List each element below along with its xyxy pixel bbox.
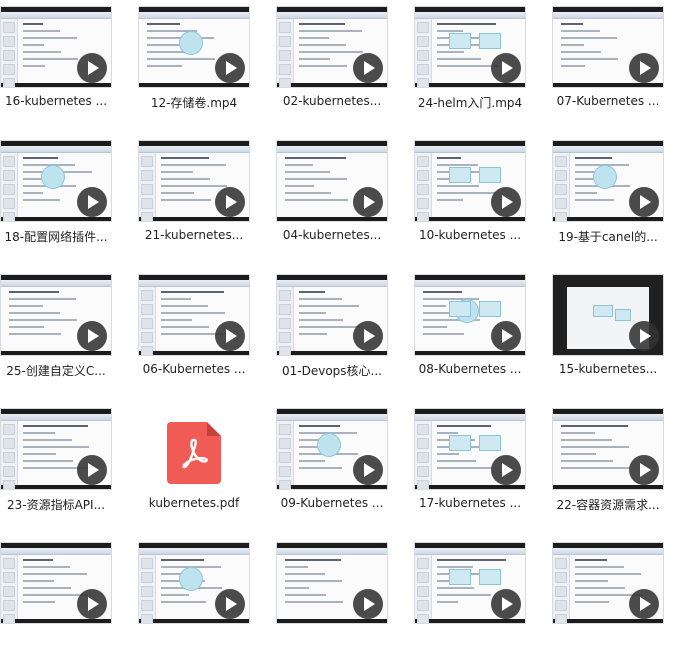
file-name-label: 01-Devops核心... xyxy=(282,364,382,378)
play-icon[interactable] xyxy=(491,321,521,351)
video-file-item[interactable]: 15-kubernetes... xyxy=(552,268,664,402)
video-thumbnail xyxy=(414,408,526,490)
play-icon[interactable] xyxy=(77,589,107,619)
play-icon[interactable] xyxy=(629,589,659,619)
video-thumbnail xyxy=(276,542,388,624)
file-name-label: 16-kubernetes ... xyxy=(4,94,108,108)
video-file-item[interactable]: 19-基于canel的... xyxy=(552,134,664,268)
video-file-item[interactable] xyxy=(414,536,526,670)
play-icon[interactable] xyxy=(353,187,383,217)
video-file-item[interactable]: 10-kubernetes ... xyxy=(414,134,526,268)
play-icon[interactable] xyxy=(77,321,107,351)
video-file-item[interactable]: 18-配置网络插件... xyxy=(0,134,112,268)
video-file-item[interactable] xyxy=(276,536,388,670)
video-file-item[interactable]: 06-Kubernetes ... xyxy=(138,268,250,402)
file-name-label: 15-kubernetes... xyxy=(558,362,658,376)
video-file-item[interactable]: 17-kubernetes ... xyxy=(414,402,526,536)
video-file-item[interactable]: 24-helm入门.mp4 xyxy=(414,0,526,134)
video-file-item[interactable] xyxy=(0,536,112,670)
video-thumbnail xyxy=(0,542,112,624)
file-name-label: 25-创建自定义C... xyxy=(6,364,106,378)
play-icon[interactable] xyxy=(491,589,521,619)
video-thumbnail xyxy=(0,274,112,356)
file-name-label: 19-基于canel的... xyxy=(558,230,658,244)
file-name-label: 02-kubernetes... xyxy=(282,94,382,108)
video-thumbnail xyxy=(0,408,112,490)
video-file-item[interactable]: 02-kubernetes... xyxy=(276,0,388,134)
play-icon[interactable] xyxy=(629,455,659,485)
video-thumbnail xyxy=(414,274,526,356)
file-name-label: kubernetes.pdf xyxy=(148,496,240,510)
file-name-label: 22-容器资源需求... xyxy=(556,498,660,512)
video-file-item[interactable]: 16-kubernetes ... xyxy=(0,0,112,134)
play-icon[interactable] xyxy=(215,589,245,619)
video-thumbnail xyxy=(138,542,250,624)
video-file-item[interactable]: 21-kubernetes... xyxy=(138,134,250,268)
play-icon[interactable] xyxy=(353,53,383,83)
play-icon[interactable] xyxy=(215,321,245,351)
video-file-item[interactable]: 04-kubernetes... xyxy=(276,134,388,268)
video-thumbnail xyxy=(138,6,250,88)
video-file-item[interactable]: 12-存储卷.mp4 xyxy=(138,0,250,134)
video-thumbnail xyxy=(0,6,112,88)
file-name-label: 10-kubernetes ... xyxy=(418,228,522,242)
video-thumbnail xyxy=(552,408,664,490)
video-file-item[interactable]: 07-Kubernetes ... xyxy=(552,0,664,134)
file-name-label: 24-helm入门.mp4 xyxy=(417,96,523,110)
video-file-item[interactable]: 23-资源指标API... xyxy=(0,402,112,536)
video-file-item[interactable]: 25-创建自定义C... xyxy=(0,268,112,402)
video-thumbnail xyxy=(276,408,388,490)
video-file-item[interactable]: 09-Kubernetes ... xyxy=(276,402,388,536)
play-icon[interactable] xyxy=(353,321,383,351)
video-thumbnail xyxy=(414,542,526,624)
file-name-label: 09-Kubernetes ... xyxy=(280,496,384,510)
video-file-item[interactable] xyxy=(552,536,664,670)
play-icon[interactable] xyxy=(353,589,383,619)
play-icon[interactable] xyxy=(629,321,659,351)
video-thumbnail xyxy=(276,274,388,356)
video-thumbnail xyxy=(138,140,250,222)
video-thumbnail xyxy=(414,140,526,222)
play-icon[interactable] xyxy=(215,187,245,217)
play-icon[interactable] xyxy=(77,187,107,217)
video-thumbnail xyxy=(276,140,388,222)
video-thumbnail xyxy=(414,6,526,88)
video-thumbnail xyxy=(552,274,664,356)
video-thumbnail xyxy=(552,542,664,624)
video-thumbnail xyxy=(552,6,664,88)
file-name-label: 23-资源指标API... xyxy=(6,498,106,512)
file-name-label: 21-kubernetes... xyxy=(144,228,244,242)
file-name-label: 06-Kubernetes ... xyxy=(142,362,246,376)
file-name-label: 17-kubernetes ... xyxy=(418,496,522,510)
play-icon[interactable] xyxy=(77,455,107,485)
video-file-item[interactable]: 22-容器资源需求... xyxy=(552,402,664,536)
file-name-label: 18-配置网络插件... xyxy=(4,230,108,244)
play-icon[interactable] xyxy=(491,53,521,83)
video-thumbnail xyxy=(276,6,388,88)
video-file-item[interactable] xyxy=(138,536,250,670)
video-thumbnail xyxy=(552,140,664,222)
video-thumbnail xyxy=(0,140,112,222)
play-icon[interactable] xyxy=(629,53,659,83)
video-file-item[interactable]: 01-Devops核心... xyxy=(276,268,388,402)
play-icon[interactable] xyxy=(491,455,521,485)
video-file-item[interactable]: 08-Kubernetes ... xyxy=(414,268,526,402)
play-icon[interactable] xyxy=(215,53,245,83)
play-icon[interactable] xyxy=(77,53,107,83)
video-thumbnail xyxy=(138,274,250,356)
play-icon[interactable] xyxy=(629,187,659,217)
pdf-file-icon xyxy=(167,422,221,484)
file-name-label: 12-存储卷.mp4 xyxy=(150,96,238,110)
pdf-file-item[interactable]: kubernetes.pdf xyxy=(138,402,250,536)
play-icon[interactable] xyxy=(491,187,521,217)
file-name-label: 08-Kubernetes ... xyxy=(418,362,522,376)
play-icon[interactable] xyxy=(353,455,383,485)
file-name-label: 07-Kubernetes ... xyxy=(556,94,660,108)
file-name-label: 04-kubernetes... xyxy=(282,228,382,242)
